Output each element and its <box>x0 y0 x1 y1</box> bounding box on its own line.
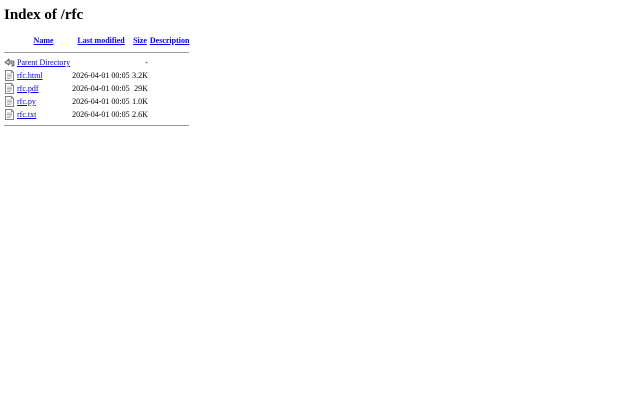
file-link[interactable]: rfc.txt <box>17 110 36 119</box>
directory-listing: Name Last modified Size Description Pare… <box>2 34 191 129</box>
sort-by-description-link[interactable]: Description <box>150 36 190 45</box>
page-title: Index of /rfc <box>4 7 84 23</box>
cell-size: 3.2K <box>132 71 148 80</box>
table-row: rfc.txt 2026-04-01 00:05 2.6K <box>4 108 189 121</box>
cell-size: - <box>145 58 148 67</box>
table-row: rfc.pdf 2026-04-01 00:05 29K <box>4 82 189 95</box>
cell-description <box>150 95 190 108</box>
table-row: rfc.py 2026-04-01 00:05 1.0K <box>4 95 189 108</box>
file-link[interactable]: rfc.pdf <box>17 84 39 93</box>
header-icon-cell <box>4 34 15 48</box>
file-link[interactable]: rfc.py <box>17 97 36 106</box>
text-file-icon <box>5 83 14 94</box>
back-icon <box>4 57 15 68</box>
file-link[interactable]: rfc.html <box>17 71 43 80</box>
parent-directory-link[interactable]: Parent Directory <box>17 58 70 67</box>
cell-last-modified: 2026-04-01 00:05 <box>72 97 130 106</box>
header-size: Size <box>132 34 148 48</box>
bottom-divider-row <box>4 121 190 129</box>
table-row: rfc.html 2026-04-01 00:05 3.2K <box>4 69 189 82</box>
cell-size: 2.6K <box>132 110 148 119</box>
divider <box>4 124 190 126</box>
sort-by-size-link[interactable]: Size <box>133 36 147 45</box>
header-name: Name <box>17 34 70 48</box>
cell-size: 1.0K <box>132 97 148 106</box>
header-row: Name Last modified Size Description <box>4 34 190 48</box>
cell-description <box>150 69 190 82</box>
cell-last-modified: 2026-04-01 00:05 <box>72 84 130 93</box>
page: Index of /rfc Name Last modified Size De… <box>0 0 640 129</box>
text-file-icon <box>5 70 14 81</box>
cell-size: 29K <box>134 84 148 93</box>
header-description: Description <box>150 34 190 48</box>
cell-description <box>150 56 190 69</box>
header-last-modified: Last modified <box>72 34 130 48</box>
table-row-parent: Parent Directory - <box>4 56 189 69</box>
cell-last-modified: 2026-04-01 00:05 <box>72 71 130 80</box>
cell-description <box>150 82 190 95</box>
text-file-icon <box>5 96 14 107</box>
divider <box>4 51 190 53</box>
cell-description <box>150 108 190 121</box>
sort-by-name-link[interactable]: Name <box>34 36 54 45</box>
text-file-icon <box>5 109 14 120</box>
sort-by-last-modified-link[interactable]: Last modified <box>77 36 124 45</box>
top-divider-row <box>4 48 190 56</box>
cell-last-modified: 2026-04-01 00:05 <box>72 110 130 119</box>
cell-last-modified <box>72 56 130 69</box>
